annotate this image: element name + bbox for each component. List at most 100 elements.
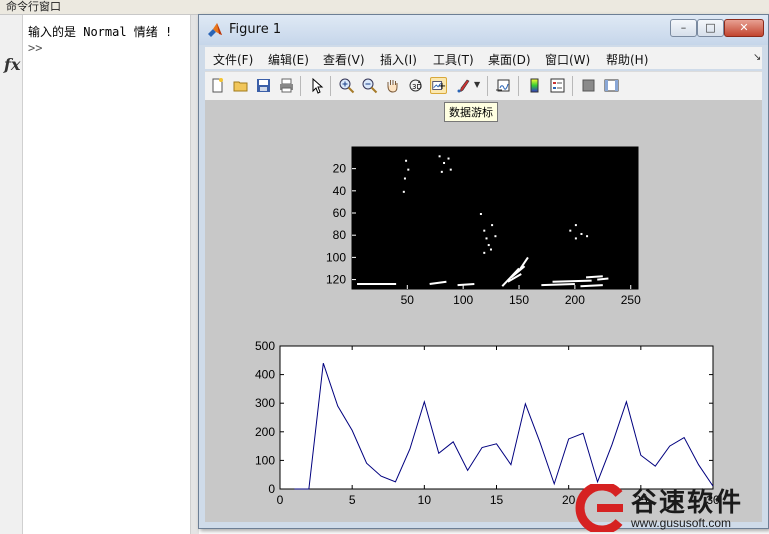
image-ytick-label: 20	[333, 162, 347, 176]
menu-window[interactable]: 窗口(W)	[545, 51, 590, 68]
image-xtick-label: 200	[565, 293, 585, 307]
image-speckle	[574, 237, 577, 240]
image-speckle	[483, 251, 486, 254]
image-speckle	[405, 159, 408, 162]
image-speckle	[489, 248, 492, 251]
menu-file[interactable]: 文件(F)	[213, 51, 253, 68]
fx-icon[interactable]: fx	[4, 55, 20, 74]
data-cursor-icon[interactable]	[430, 77, 447, 94]
toolbar-separator	[572, 76, 573, 96]
zoom-in-icon[interactable]	[338, 77, 355, 94]
open-file-icon[interactable]	[232, 77, 249, 94]
image-stroke	[597, 277, 609, 281]
figure-menubar: 文件(F) 编辑(E) 查看(V) 插入(I) 工具(T) 桌面(D) 窗口(W…	[205, 47, 762, 69]
figure-toolbar: 3D ▼	[205, 71, 762, 100]
image-stroke	[580, 284, 603, 288]
line-xtick-label: 15	[490, 493, 504, 507]
show-plot-tools-icon[interactable]	[603, 77, 620, 94]
image-ytick-label: 40	[333, 184, 347, 198]
site-watermark: 谷速软件 www.gususoft.com	[571, 480, 769, 534]
command-output-line: 输入的是 Normal 情绪 !	[28, 25, 173, 39]
image-ytick-label: 80	[333, 228, 347, 242]
line-xtick-label: 0	[277, 493, 284, 507]
rotate-3d-icon[interactable]: 3D	[407, 77, 424, 94]
watermark-url: www.gususoft.com	[631, 516, 732, 530]
image-speckle	[479, 213, 482, 216]
menu-view[interactable]: 查看(V)	[323, 51, 365, 68]
save-icon[interactable]	[255, 77, 272, 94]
image-speckle	[487, 244, 490, 247]
line-xtick-label: 10	[418, 493, 432, 507]
image-xtick-label: 50	[401, 293, 415, 307]
brush-icon[interactable]	[455, 77, 472, 94]
colorbar-icon[interactable]	[526, 77, 543, 94]
image-background	[352, 147, 638, 289]
image-speckle	[438, 155, 441, 158]
image-speckle	[569, 229, 572, 232]
toolbar-separator	[518, 76, 519, 96]
data-cursor-tooltip: 数据游标	[444, 102, 498, 122]
zoom-out-icon[interactable]	[361, 77, 378, 94]
image-speckle	[586, 235, 589, 238]
watermark-logo-icon	[575, 484, 623, 532]
toolbar-separator	[330, 76, 331, 96]
minimize-button[interactable]: –	[670, 19, 697, 37]
image-speckle	[443, 161, 446, 164]
watermark-title: 谷速软件	[631, 488, 744, 518]
image-xtick-label: 100	[453, 293, 473, 307]
figure-titlebar[interactable]: Figure 1 – □ ✕	[199, 15, 768, 45]
line-xtick-label: 5	[349, 493, 356, 507]
image-xtick-label: 150	[509, 293, 529, 307]
image-speckle	[440, 170, 443, 173]
brush-dropdown-arrow-icon[interactable]: ▼	[474, 80, 480, 89]
menu-desktop[interactable]: 桌面(D)	[488, 51, 531, 68]
legend-icon[interactable]	[549, 77, 566, 94]
image-stroke	[541, 283, 575, 287]
close-button[interactable]: ✕	[724, 19, 764, 37]
image-speckle	[494, 235, 497, 238]
menu-insert[interactable]: 插入(I)	[380, 51, 417, 68]
line-ytick-label: 100	[255, 453, 275, 467]
svg-text:3D: 3D	[412, 83, 422, 91]
menu-help[interactable]: 帮助(H)	[606, 51, 648, 68]
image-stroke	[585, 275, 603, 279]
link-plot-icon[interactable]	[495, 77, 512, 94]
maximize-button[interactable]: □	[697, 19, 724, 37]
command-prompt[interactable]: >>	[28, 41, 42, 55]
menu-dock-arrow-icon[interactable]: ↘	[753, 52, 761, 63]
print-icon[interactable]	[278, 77, 295, 94]
image-speckle	[447, 157, 450, 160]
image-xtick-label: 250	[621, 293, 641, 307]
toolbar-separator	[300, 76, 301, 96]
image-stroke	[552, 279, 592, 283]
menu-tools[interactable]: 工具(T)	[433, 51, 474, 68]
image-speckle	[491, 224, 494, 227]
new-file-icon[interactable]	[209, 77, 226, 94]
figure-title: Figure 1	[229, 22, 282, 37]
toolbar-separator	[487, 76, 488, 96]
image-speckle	[485, 237, 488, 240]
menu-edit[interactable]: 编辑(E)	[268, 51, 309, 68]
image-ytick-label: 120	[326, 273, 346, 287]
line-ytick-label: 200	[255, 425, 275, 439]
image-speckle	[580, 232, 583, 235]
image-speckle	[483, 229, 486, 232]
pointer-icon[interactable]	[308, 77, 325, 94]
figure-canvas[interactable]: 50 100 150 200 250 20 40 60 80 100 120 0 5 10 15 20 25 3…	[205, 100, 762, 522]
command-window-title: 命令行窗口	[0, 0, 769, 15]
image-speckle	[403, 177, 406, 180]
image-stroke	[457, 283, 475, 287]
plot-area: 50 100 150 200 25020406080100120 0 5 10 15 20 25 3…	[255, 146, 720, 507]
command-window-gutter: fx	[0, 15, 23, 534]
line-ytick-label: 500	[255, 339, 275, 353]
figure-window: Figure 1 – □ ✕ 文件(F) 编辑(E) 查看(V) 插入(I) 工…	[198, 14, 769, 529]
image-speckle	[574, 224, 577, 227]
pan-hand-icon[interactable]	[384, 77, 401, 94]
image-ytick-label: 60	[333, 206, 347, 220]
matlab-logo-icon	[208, 23, 222, 37]
image-speckle	[449, 168, 452, 171]
image-ytick-label: 100	[326, 250, 346, 264]
image-axes[interactable]: 50 100 150 200 250 20 40 60 80 100 120	[326, 146, 641, 307]
image-speckle	[407, 168, 410, 171]
hide-plot-tools-icon[interactable]	[580, 77, 597, 94]
